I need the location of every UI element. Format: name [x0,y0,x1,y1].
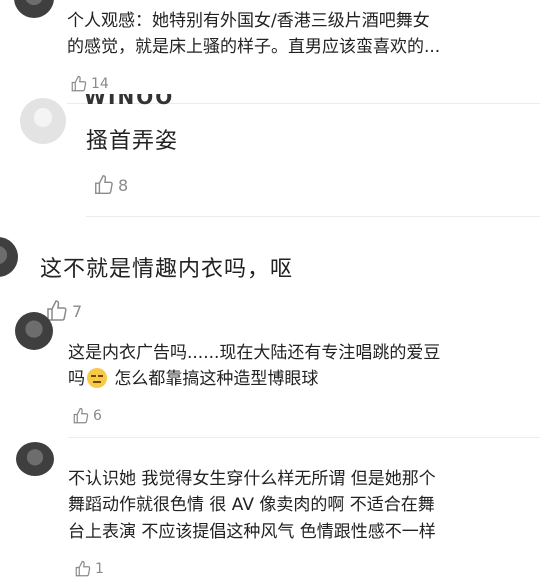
thumbs-up-icon [75,560,91,577]
avatar[interactable] [14,0,54,18]
like-button[interactable]: 1 [74,560,104,578]
avatar[interactable] [15,312,53,350]
divider [68,437,540,438]
thumbs-up-icon [71,75,87,92]
like-count: 7 [72,301,83,321]
avatar[interactable] [16,442,54,476]
comment-text: 搔首弄姿 [86,129,179,154]
comment-text: 不认识她 我觉得女生穿什么样无所谓 但是她那个 舞蹈动作就很色情 很 AV 像卖… [68,466,436,545]
comment-text-line: 吗 [68,369,85,390]
thumbs-up-icon [73,407,89,424]
divider [86,216,540,217]
comment-text-line: 怎么都靠搞这种造型博眼球 [109,369,319,390]
like-button[interactable]: 6 [72,407,102,425]
comment-text-line: 台上表演 不应该提倡这种风气 色情跟性感不一样 [68,521,436,542]
avatar[interactable] [0,237,18,277]
username[interactable]: WINOO [84,94,174,108]
like-button[interactable]: 7 [45,299,82,323]
comment-text-line: 不认识她 我觉得女生穿什么样无所谓 但是她那个 [68,469,436,489]
like-button[interactable]: 14 [70,75,109,93]
like-count: 1 [95,561,104,577]
comment-text-line: 个人观感：她特别有外国女/香港三级片酒吧舞女 [67,11,430,31]
like-count: 14 [91,76,109,92]
comment-text-line: 舞蹈动作就很色情 很 AV 像卖肉的啊 不适合在舞 [68,495,435,516]
thumbs-up-icon [95,175,113,194]
comment-text: 这不就是情趣内衣吗，呕 [40,257,294,282]
like-count: 8 [118,175,129,195]
comment-text-line: 这是内衣广告吗......现在大陆还有专注唱跳的爱豆 [68,343,441,363]
avatar[interactable] [20,98,66,144]
comment-text-line: 的感觉，就是床上骚的样子。直男应该蛮喜欢的... [67,37,441,58]
like-button[interactable]: 8 [93,174,128,196]
comment-text: 个人观感：她特别有外国女/香港三级片酒吧舞女 的感觉，就是床上骚的样子。直男应该… [67,8,440,61]
comment-text: 这是内衣广告吗......现在大陆还有专注唱跳的爱豆 吗 怎么都靠搞这种造型博眼… [68,340,440,393]
like-count: 6 [93,408,102,424]
embarrassed-emoji-icon [87,368,107,389]
